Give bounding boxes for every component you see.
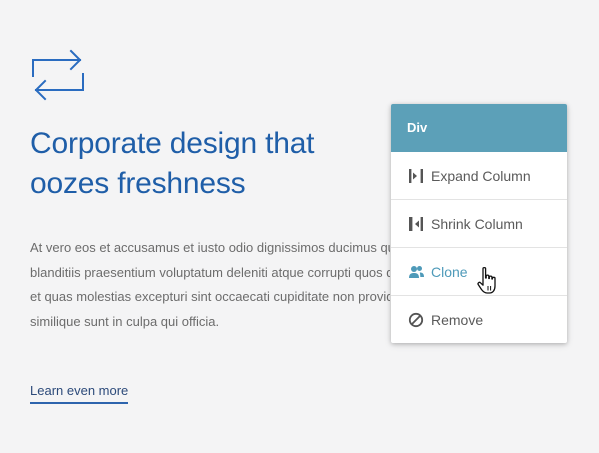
menu-item-remove[interactable]: Remove — [391, 295, 567, 343]
menu-item-label: Remove — [431, 311, 484, 328]
body-line: similique sunt in culpa qui officia. — [30, 313, 220, 329]
body-line: At vero eos et accusamus et iusto odio d… — [30, 240, 390, 255]
remove-circle-icon — [407, 311, 425, 329]
body-paragraph: At vero eos et accusamus et iusto odio d… — [30, 236, 390, 336]
headline-line-1: Corporate design that — [30, 127, 315, 160]
menu-item-shrink-column[interactable]: Shrink Column — [391, 199, 567, 247]
hand-pointer-icon — [476, 266, 500, 296]
menu-header: Div — [391, 104, 567, 152]
body-line: et quas molestias excepturi sint occaeca… — [30, 289, 390, 304]
clone-users-icon — [407, 263, 425, 281]
repeat-arrows-icon — [30, 48, 86, 102]
learn-more-link[interactable]: Learn even more — [30, 381, 129, 404]
page-headline: Corporate design that oozes freshness — [30, 124, 390, 204]
menu-item-label: Clone — [431, 263, 468, 280]
body-line: blanditiis praesentium voluptatum deleni… — [30, 264, 390, 280]
expand-column-icon — [407, 167, 425, 185]
menu-item-label: Expand Column — [431, 167, 531, 184]
context-menu: Div Expand Column Shrink Column Clone Re… — [391, 104, 567, 343]
headline-line-2: oozes freshness — [30, 167, 246, 200]
menu-item-expand-column[interactable]: Expand Column — [391, 152, 567, 199]
menu-item-label: Shrink Column — [431, 215, 523, 232]
shrink-column-icon — [407, 215, 425, 233]
